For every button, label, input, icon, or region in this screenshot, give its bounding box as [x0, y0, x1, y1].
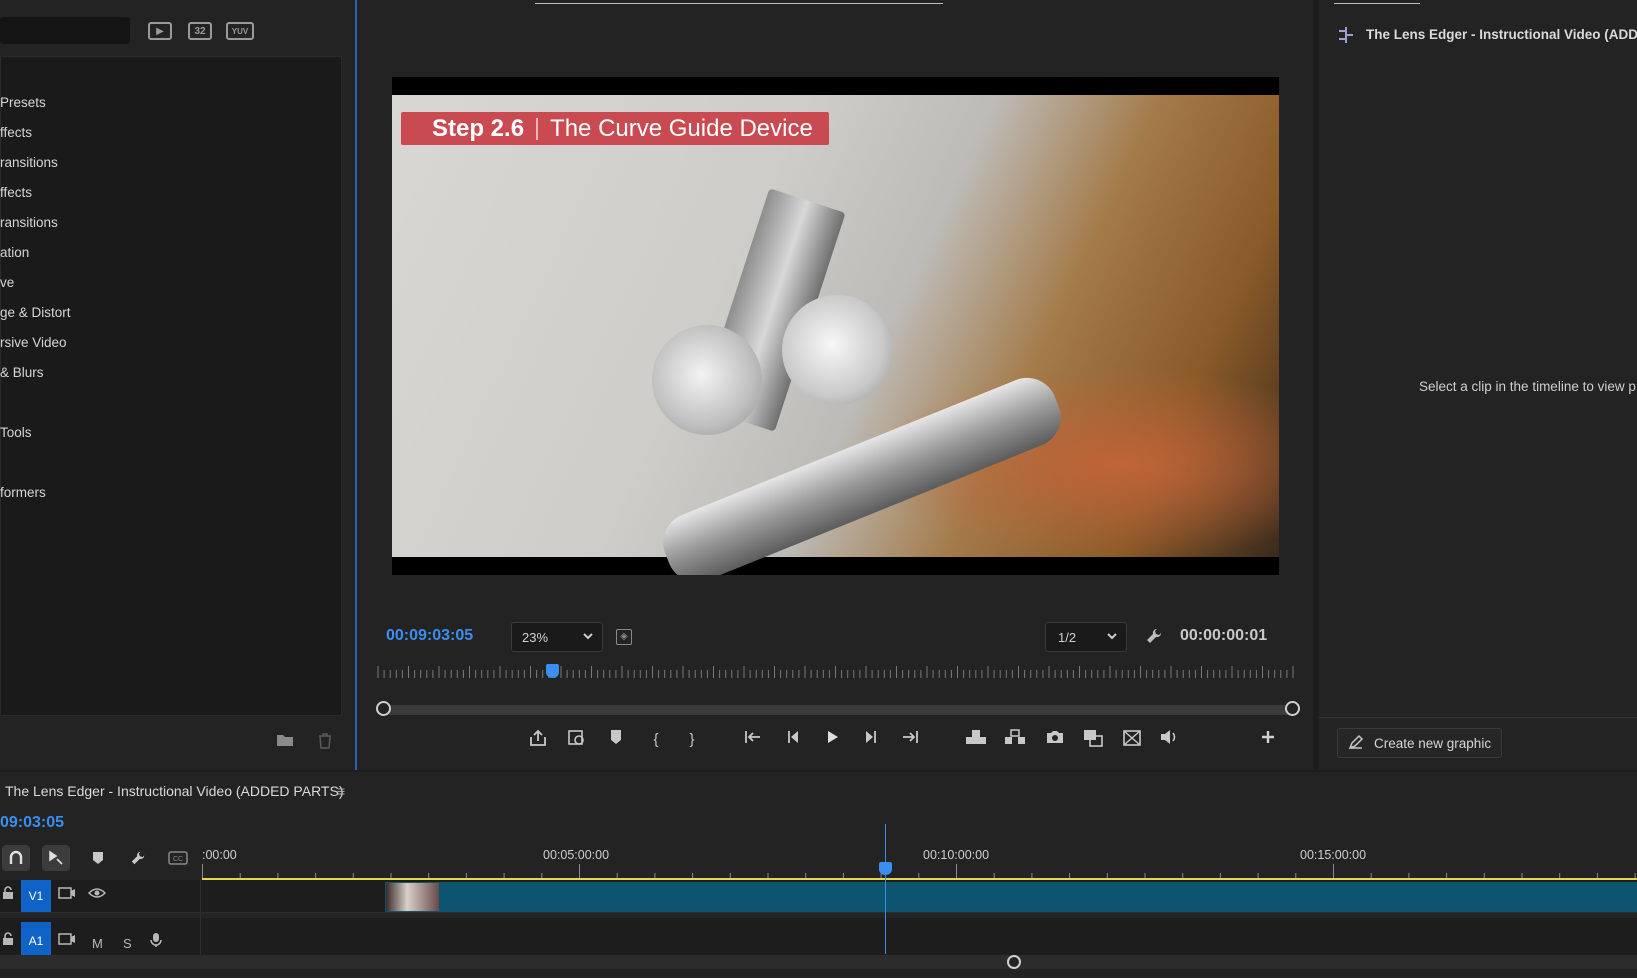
mute-button[interactable]: M	[92, 936, 103, 951]
volume-icon[interactable]	[1157, 729, 1183, 751]
timeline-timecode[interactable]: 09:03:05	[0, 814, 64, 832]
lift-icon[interactable]	[963, 729, 989, 751]
yuv-effects-icon[interactable]: YUV	[226, 22, 254, 40]
playback-resolution-value: 1/2	[1058, 629, 1077, 645]
camera-icon[interactable]	[1042, 729, 1068, 751]
go-to-out-icon[interactable]	[897, 729, 923, 751]
title-banner: Step 2.6 The Curve Guide Device	[401, 112, 829, 145]
snap-icon[interactable]	[2, 845, 30, 871]
track-target-v1[interactable]: V1	[21, 880, 51, 912]
add-button-icon[interactable]	[1255, 729, 1281, 751]
sync-lock-icon[interactable]	[58, 932, 76, 949]
play-icon[interactable]	[819, 729, 845, 751]
effects-tree-item[interactable]: ransitions	[0, 215, 58, 230]
create-new-graphic-button[interactable]: Create new graphic	[1337, 728, 1502, 758]
program-zoom-scrollbar[interactable]	[384, 705, 1293, 715]
effects-tree-item[interactable]: Presets	[0, 95, 46, 110]
effects-tree-item[interactable]: formers	[0, 485, 46, 500]
eye-icon[interactable]	[87, 886, 107, 903]
solo-button[interactable]: S	[123, 936, 132, 951]
audio-track-a1	[0, 918, 1637, 958]
playhead-timecode[interactable]: 00:09:03:05	[386, 627, 473, 645]
compare-view-icon[interactable]	[564, 729, 590, 751]
go-to-in-icon[interactable]	[740, 729, 766, 751]
device-knob	[782, 295, 892, 405]
graphics-tab-indicator	[1334, 3, 1420, 4]
banner-divider	[536, 117, 539, 140]
timeline-scroll-handle[interactable]	[1007, 955, 1021, 969]
new-graphic-icon	[1348, 734, 1364, 753]
video-frame-image: Step 2.6 The Curve Guide Device	[392, 95, 1279, 575]
clip-thumbnail	[386, 883, 439, 911]
video-clip[interactable]	[385, 882, 1637, 912]
wrench-icon[interactable]	[1145, 627, 1163, 650]
zoom-level-select[interactable]: 23%	[511, 622, 603, 652]
trash-icon[interactable]	[318, 733, 336, 751]
overlay-icon[interactable]	[1080, 729, 1106, 751]
timeline-time-ruler[interactable]	[202, 840, 1637, 880]
effects-tree-item[interactable]: ransitions	[0, 155, 58, 170]
zoom-handle-right[interactable]	[1285, 701, 1300, 716]
linked-selection-icon[interactable]	[42, 845, 70, 871]
create-new-graphic-label: Create new graphic	[1374, 735, 1492, 751]
microphone-icon[interactable]	[150, 932, 162, 951]
lock-icon[interactable]	[2, 932, 14, 949]
add-marker-icon[interactable]	[603, 729, 629, 751]
mark-out-icon[interactable]: }	[679, 729, 705, 751]
banner-step: Step 2.6	[432, 114, 525, 142]
time-label: 00:15:00:00	[1300, 848, 1367, 862]
device-knob	[652, 325, 762, 435]
svg-text:CC: CC	[173, 856, 183, 863]
panel-menu-icon[interactable]: ≡	[337, 783, 345, 799]
time-label: 00:10:00:00	[923, 848, 990, 862]
add-marker-icon[interactable]	[84, 845, 112, 871]
track-header-divider	[200, 880, 201, 958]
effects-tree-item[interactable]: ffects	[0, 125, 32, 140]
step-forward-icon[interactable]	[858, 729, 884, 751]
effects-tree-item[interactable]: ve	[0, 275, 14, 290]
playback-resolution-select[interactable]: 1/2	[1045, 622, 1127, 652]
banner-title: The Curve Guide Device	[550, 114, 813, 142]
effects-tree-item[interactable]: Tools	[0, 425, 32, 440]
extract-icon[interactable]	[1002, 729, 1028, 751]
timeline-playhead[interactable]	[879, 862, 892, 875]
multicam-icon[interactable]	[1119, 729, 1145, 751]
duration-timecode: 00:00:00:01	[1180, 627, 1268, 644]
accelerated-effects-icon[interactable]: ▶	[148, 22, 172, 40]
export-frame-lift-icon[interactable]	[525, 729, 551, 751]
step-back-icon[interactable]	[780, 729, 806, 751]
32bit-effects-icon[interactable]: 32	[188, 22, 212, 40]
effects-tree-item[interactable]: rsive Video	[0, 335, 67, 350]
zoom-handle-left[interactable]	[376, 701, 391, 716]
time-label: :00:00	[202, 848, 237, 862]
timeline-playhead-line[interactable]	[885, 824, 886, 954]
video-preview[interactable]: Step 2.6 The Curve Guide Device	[392, 77, 1279, 575]
lock-icon[interactable]	[2, 886, 14, 903]
time-label: 00:05:00:00	[543, 848, 610, 862]
graphics-sequence-title: The Lens Edger - Instructional Video (AD…	[1366, 27, 1637, 42]
new-bin-icon[interactable]	[276, 733, 296, 749]
graphics-empty-hint: Select a clip in the timeline to view p	[1419, 379, 1636, 394]
zoom-level-value: 23%	[522, 629, 549, 645]
mark-in-icon[interactable]: {	[643, 729, 669, 751]
effects-tree-item[interactable]: ge & Distort	[0, 305, 71, 320]
program-tab-indicator	[535, 3, 943, 4]
graphics-divider	[1319, 717, 1637, 718]
program-time-ruler[interactable]	[376, 664, 1300, 686]
sequence-icon	[1337, 26, 1355, 44]
captions-icon[interactable]: CC	[164, 845, 192, 871]
effects-tree-item[interactable]: & Blurs	[0, 365, 44, 380]
timeline-sequence-tab[interactable]: The Lens Edger - Instructional Video (AD…	[5, 783, 343, 799]
effects-tree-item[interactable]: ation	[0, 245, 29, 260]
sync-lock-icon[interactable]	[58, 886, 76, 903]
timeline-scrollbar[interactable]	[0, 955, 1637, 969]
chevron-down-icon	[582, 630, 594, 645]
wrench-icon[interactable]	[124, 845, 152, 871]
effects-search-input[interactable]	[0, 17, 130, 44]
program-playhead[interactable]	[546, 664, 560, 678]
safe-margins-icon[interactable]: ◈	[616, 629, 632, 645]
effects-tree-item[interactable]: ffects	[0, 185, 32, 200]
chevron-down-icon	[1106, 630, 1118, 645]
